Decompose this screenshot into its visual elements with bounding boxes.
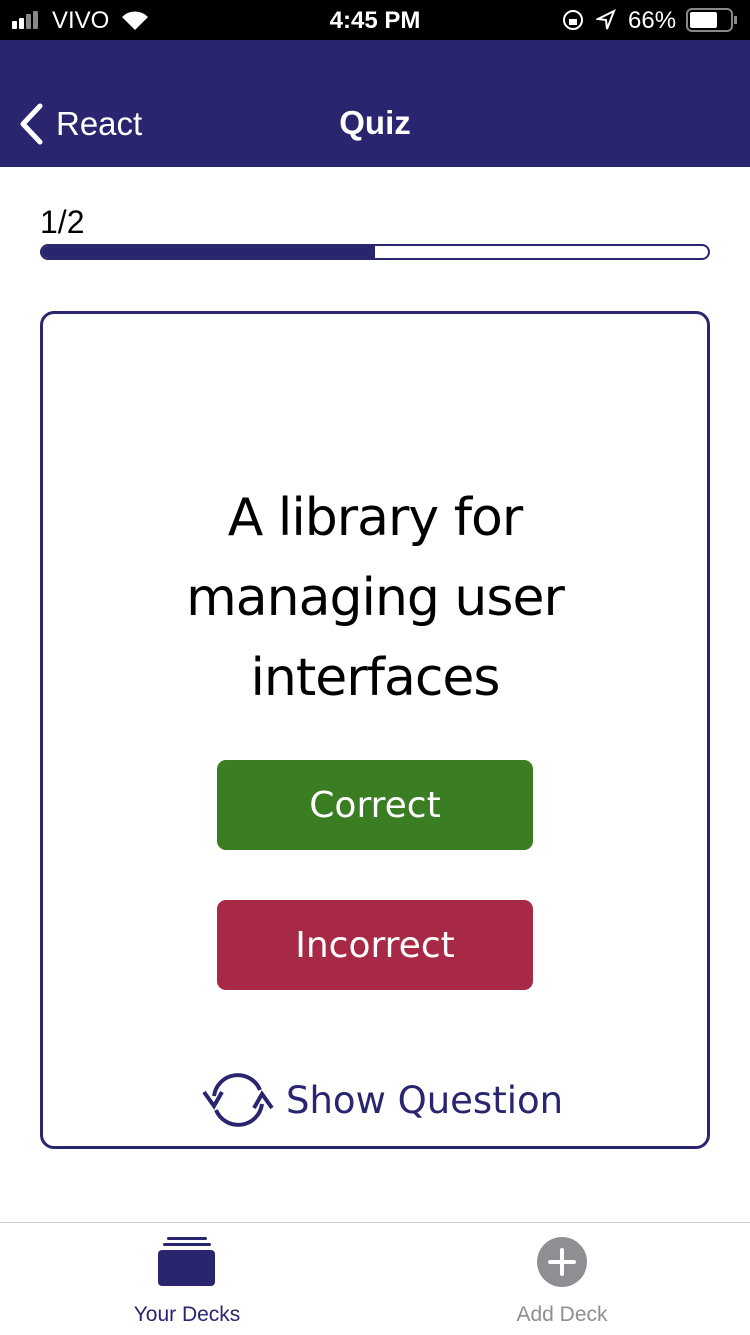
incorrect-button[interactable]: Incorrect: [217, 900, 533, 990]
battery-icon: [686, 8, 737, 32]
progress-counter: 1/2: [40, 204, 85, 240]
add-circle-icon: [537, 1237, 587, 1287]
nav-header: React Quiz: [0, 40, 750, 167]
tab-your-decks[interactable]: Your Decks: [62, 1223, 312, 1335]
progress-bar: [40, 244, 710, 260]
correct-button[interactable]: Correct: [217, 760, 533, 850]
show-question-button[interactable]: Show Question: [200, 1066, 563, 1134]
battery-percent: 66%: [628, 7, 677, 34]
progress-fill: [42, 246, 375, 258]
tab-label: Your Decks: [133, 1303, 241, 1326]
tab-label: Add Deck: [516, 1303, 608, 1326]
answer-text: A library for managing user interfaces: [186, 488, 565, 708]
tab-bar: Your Decks Add Deck: [0, 1222, 750, 1334]
location-icon: [596, 9, 616, 30]
status-bar: VIVO 4:45 PM 66%: [0, 0, 750, 40]
tab-add-deck[interactable]: Add Deck: [437, 1223, 687, 1335]
orientation-lock-icon: [563, 10, 583, 30]
show-question-label: Show Question: [286, 1078, 564, 1122]
decks-icon: [158, 1237, 215, 1286]
flashcard: [40, 311, 710, 1149]
flip-icon: [202, 1073, 274, 1127]
page-title: Quiz: [339, 104, 411, 141]
